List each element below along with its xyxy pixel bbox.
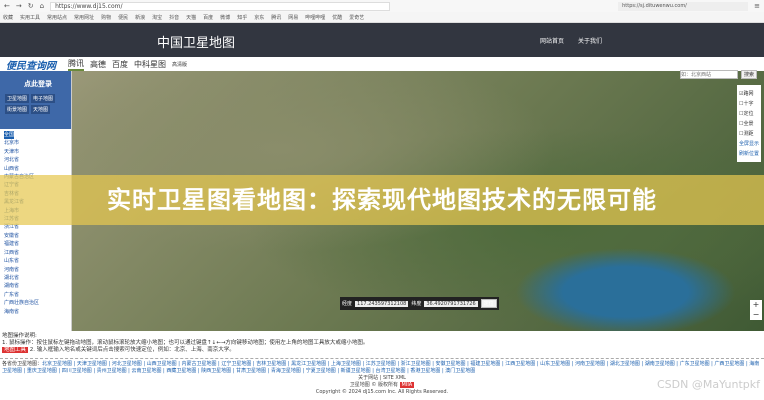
login-link[interactable]: 点此登录 xyxy=(24,79,67,89)
bookmark-item[interactable]: 百度 xyxy=(203,14,213,21)
bookmark-item[interactable]: 便民 xyxy=(118,14,128,21)
instructions-title: 地图操作说明: xyxy=(2,333,37,339)
option-label: 测距 xyxy=(743,131,754,137)
option-checkbox[interactable]: ☑路网 xyxy=(739,90,759,97)
lng-label: 经度 xyxy=(342,301,353,307)
tab-zhongke[interactable]: 中科星图 xyxy=(134,59,166,70)
lat-label: 纬度 xyxy=(411,301,422,307)
bookmark-item[interactable]: 实用工具 xyxy=(20,14,40,21)
option-label: 定位 xyxy=(743,111,754,117)
sidebar-button-satellite[interactable]: 卫星地图 xyxy=(5,94,30,103)
bookmark-item[interactable]: 常用站点 xyxy=(47,14,67,21)
search-box: 搜索 xyxy=(680,70,758,79)
address-bar[interactable]: https://www.dj15.com/ xyxy=(50,1,391,11)
bookmark-item[interactable]: 抖音 xyxy=(169,14,179,21)
brand-text: 卫星地图 © 版权所有 xyxy=(349,382,398,388)
home-icon[interactable]: ⌂ xyxy=(40,2,44,10)
option-checkbox[interactable]: ☐测距 xyxy=(739,130,759,137)
bookmark-item[interactable]: 天猫 xyxy=(186,14,196,21)
search-button[interactable]: 搜索 xyxy=(741,70,758,79)
reload-icon[interactable]: ↻ xyxy=(28,2,34,10)
option-label: 全景 xyxy=(743,121,754,127)
nav-about-link[interactable]: 关于我们 xyxy=(578,36,602,45)
region-item[interactable]: 北京市 xyxy=(4,139,67,147)
bookmark-item[interactable]: 淘宝 xyxy=(152,14,162,21)
watermark: CSDN @MaYuntpkf xyxy=(656,378,760,391)
footer-label: 各省份卫星地图： xyxy=(2,361,43,367)
sidebar-button-electronic[interactable]: 电子地图 xyxy=(31,94,56,103)
region-item[interactable]: 广东省 xyxy=(4,291,67,299)
bookmark-item[interactable]: 常用网址 xyxy=(74,14,94,21)
option-checkbox[interactable]: ☐定位 xyxy=(739,110,759,117)
region-item[interactable]: 江西省 xyxy=(4,249,67,257)
bookmark-item[interactable]: 腾讯 xyxy=(271,14,281,21)
option-checkbox[interactable]: ☐全景 xyxy=(739,120,759,127)
bookmark-item[interactable]: 优酷 xyxy=(332,14,342,21)
login-panel: 点此登录 卫星地图 电子地图街景地图 天地图 xyxy=(0,71,71,129)
region-item[interactable]: 河南省 xyxy=(4,266,67,274)
map-tool-button[interactable]: 地图工具 xyxy=(2,347,29,353)
fullscreen-button[interactable]: 全屏显示 xyxy=(739,140,759,147)
overlay-title: 实时卫星图看地图：探索现代地图技术的无限可能 xyxy=(0,175,764,225)
bookmark-item[interactable]: 京东 xyxy=(254,14,264,21)
sidebar-button-tianditu[interactable]: 天地图 xyxy=(31,105,51,114)
option-label: 路网 xyxy=(743,91,754,97)
sidebar-button-street[interactable]: 街景地图 xyxy=(5,105,30,114)
bookmarks-bar: 收藏 实用工具 常用站点 常用网址 购物 便民 新浪 淘宝 抖音 天猫 百度 微博 知乎 京东 腾讯 网易 哔哩… xyxy=(0,12,764,23)
region-item[interactable]: 福建省 xyxy=(4,240,67,248)
forward-icon[interactable]: → xyxy=(16,2,22,10)
search-input[interactable] xyxy=(680,70,738,79)
instructions: 地图操作说明: 1. 鼠标操作：按住鼠标左键拖动地图，滚动鼠标滚轮放大缩小地图；… xyxy=(0,333,764,354)
region-item[interactable]: 湖南省 xyxy=(4,282,67,290)
back-icon[interactable]: ← xyxy=(4,2,10,10)
site-title: 中国卫星地图 xyxy=(157,36,236,51)
instructions-line: 2. 输入框输入地名或关键词后点击搜索可快速定位，例如：北京、上海、南京大学。 xyxy=(29,347,235,353)
region-item[interactable]: 海南省 xyxy=(4,308,67,316)
copyright: Copyright © 2024 dj15.com Inc. All Right… xyxy=(315,389,449,395)
secondary-search-bar[interactable]: https://sj.dituwenwu.com/ xyxy=(618,1,749,11)
region-item[interactable]: 山东省 xyxy=(4,257,67,265)
region-item[interactable]: 河北省 xyxy=(4,156,67,164)
region-item[interactable]: 安徽省 xyxy=(4,232,67,240)
menu-icon[interactable]: ≡ xyxy=(754,2,760,10)
coordinate-bar: 经度 117.243597312108 纬度 36.4920791731726 定位 xyxy=(340,297,499,310)
about-links[interactable]: 关于网站 | SITE XML xyxy=(2,375,762,382)
zoom-control: + − xyxy=(750,300,762,320)
bookmark-item[interactable]: 哔哩哔哩 xyxy=(305,14,325,21)
region-item[interactable]: 天津市 xyxy=(4,148,67,156)
badge: MIIA xyxy=(399,382,415,388)
site-header: 中国卫星地图 网站首页 关于我们 xyxy=(0,23,764,57)
instructions-line: 1. 鼠标操作：按住鼠标左键拖动地图，滚动鼠标滚轮放大缩小地图；也可以通过键盘↑… xyxy=(2,340,369,346)
zoom-in-button[interactable]: + xyxy=(750,300,762,310)
footer: 各省份卫星地图：北京卫星地图 | 天津卫星地图 | 河北卫星地图 | 山西卫星地… xyxy=(0,358,764,398)
option-label: 十字 xyxy=(743,101,754,107)
hd-version-link[interactable]: 高清版 xyxy=(172,61,187,68)
lat-input[interactable]: 36.4920791731726 xyxy=(424,300,478,307)
tab-tencent[interactable]: 腾讯 xyxy=(68,58,84,71)
site-logo: 便民查询网 xyxy=(6,60,56,72)
bookmark-item[interactable]: 网易 xyxy=(288,14,298,21)
refresh-button[interactable]: 刷新位置 xyxy=(739,150,759,157)
locate-button[interactable]: 定位 xyxy=(480,299,497,308)
zoom-out-button[interactable]: − xyxy=(750,310,762,320)
region-item[interactable]: 湖北省 xyxy=(4,274,67,282)
bookmark-item[interactable]: 知乎 xyxy=(237,14,247,21)
region-item[interactable]: 广西壮族自治区 xyxy=(4,299,67,307)
bookmark-item[interactable]: 购物 xyxy=(101,14,111,21)
option-checkbox[interactable]: ☐十字 xyxy=(739,100,759,107)
map-options: ☑路网 ☐十字 ☐定位 ☐全景 ☐测距全屏显示刷新位置 xyxy=(737,85,761,162)
bookmark-item[interactable]: 新浪 xyxy=(135,14,145,21)
region-item[interactable]: 全国 xyxy=(4,131,15,140)
region-item[interactable]: 山西省 xyxy=(4,165,67,173)
bookmark-item[interactable]: 收藏 xyxy=(3,14,13,21)
tab-baidu[interactable]: 百度 xyxy=(112,59,128,70)
map-provider-nav: 便民查询网 腾讯 高德 百度 中科星图 高清版 xyxy=(0,57,764,72)
bookmark-item[interactable]: 微博 xyxy=(220,14,230,21)
province-links[interactable]: 北京卫星地图 | 天津卫星地图 | 河北卫星地图 | 山西卫星地图 | 内蒙古卫… xyxy=(2,361,759,374)
tab-gaode[interactable]: 高德 xyxy=(90,59,106,70)
lng-input[interactable]: 117.243597312108 xyxy=(355,300,409,307)
browser-toolbar: ← → ↻ ⌂ https://www.dj15.com/ https://sj.di… xyxy=(0,0,764,12)
bookmark-item[interactable]: 爱奇艺 xyxy=(349,14,364,21)
nav-home-link[interactable]: 网站首页 xyxy=(540,36,564,45)
